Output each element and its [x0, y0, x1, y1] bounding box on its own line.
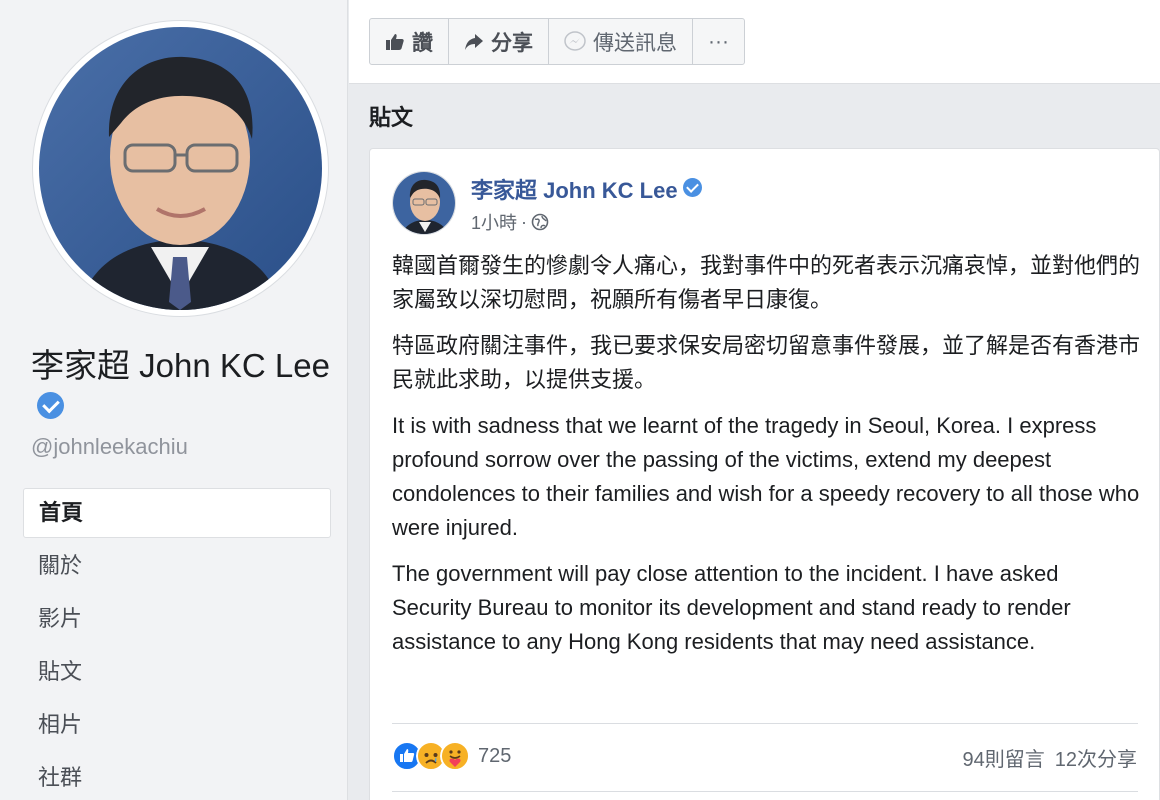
profile-picture-frame [32, 20, 329, 317]
post-footer-divider [392, 791, 1138, 792]
send-message-button[interactable]: 傳送訊息 [549, 19, 693, 64]
post-card: 李家超 John KC Lee 1小時 · 韓國首爾發生的慘劇令人痛心，我對事件… [369, 148, 1160, 800]
share-arrow-icon [465, 33, 483, 50]
post-paragraph: 韓國首爾發生的慘劇令人痛心，我對事件中的死者表示沉痛哀悼，並對他們的家屬致以深切… [392, 253, 1141, 312]
nav-item-home[interactable]: 首頁 [23, 488, 331, 538]
action-button-group: 讚 分享 傳送訊息 ··· [369, 18, 745, 65]
post-paragraph: It is with sadness that we learnt of the… [392, 413, 1140, 540]
left-sidebar: 李家超 John KC Lee @johnleekachiu 首頁 關於 影片 … [0, 0, 348, 800]
globe-icon [531, 213, 549, 231]
reaction-summary[interactable]: 725 [392, 739, 511, 773]
page-action-bar: 讚 分享 傳送訊息 ··· [349, 0, 1160, 84]
like-button[interactable]: 讚 [370, 19, 449, 64]
meta-separator: · [521, 211, 528, 232]
page-nav: 首頁 關於 影片 貼文 相片 社群 [23, 488, 331, 800]
share-count[interactable]: 12次分享 [1055, 749, 1137, 771]
like-button-label: 讚 [412, 31, 433, 55]
post-body: 韓國首爾發生的慘劇令人痛心，我對事件中的死者表示沉痛哀悼，並對他們的家屬致以深切… [392, 249, 1144, 671]
nav-item-videos[interactable]: 影片 [23, 594, 331, 647]
nav-item-posts[interactable]: 貼文 [23, 647, 331, 700]
posts-section-title: 貼文 [369, 105, 414, 130]
thumbs-up-icon [386, 33, 404, 50]
more-options-button[interactable]: ··· [693, 19, 744, 64]
share-button-label: 分享 [491, 31, 533, 55]
care-reaction-icon [440, 741, 470, 771]
post-author[interactable]: 李家超 John KC Lee [471, 173, 702, 205]
verified-badge-icon [682, 178, 702, 197]
page-handle[interactable]: @johnleekachiu [31, 434, 188, 460]
reaction-count[interactable]: 725 [478, 745, 511, 768]
post-meta: 1小時 · [471, 209, 549, 235]
post-divider [392, 723, 1138, 724]
profile-picture[interactable] [39, 27, 322, 310]
page-name-text: 李家超 John KC Lee [31, 347, 330, 384]
post-author-avatar[interactable] [392, 171, 456, 235]
post-timestamp[interactable]: 1小時 [471, 209, 517, 235]
comment-count[interactable]: 94則留言 [963, 749, 1045, 771]
more-options-icon: ··· [708, 29, 729, 53]
send-message-label: 傳送訊息 [593, 31, 677, 55]
nav-item-photos[interactable]: 相片 [23, 700, 331, 753]
post-paragraph: 特區政府關注事件，我已要求保安局密切留意事件發展，並了解是否有香港市民就此求助，… [392, 333, 1141, 392]
page-name[interactable]: 李家超 John KC Lee [31, 344, 331, 432]
post-paragraph: The government will pay close attention … [392, 561, 1071, 654]
share-button[interactable]: 分享 [449, 19, 549, 64]
post-engagement-stats: 94則留言 12次分享 [953, 743, 1138, 772]
nav-item-about[interactable]: 關於 [23, 541, 331, 594]
post-author-name: 李家超 John KC Lee [471, 178, 678, 203]
nav-item-community[interactable]: 社群 [23, 753, 331, 800]
messenger-icon [564, 30, 586, 51]
verified-badge-icon [37, 392, 64, 419]
